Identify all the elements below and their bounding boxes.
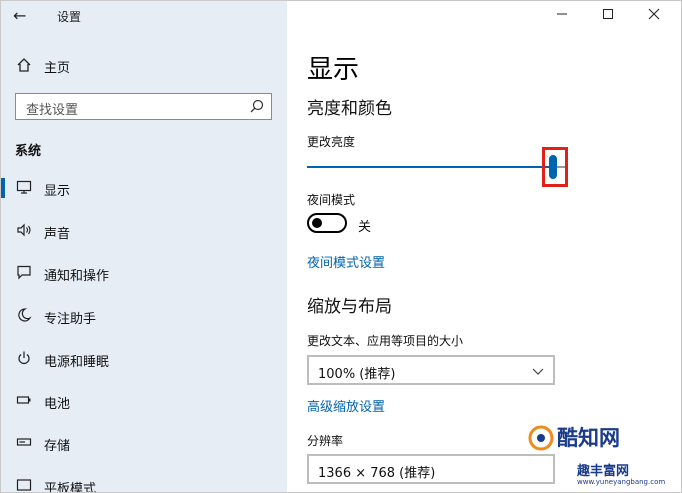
brightness-label: 更改亮度 (307, 135, 356, 149)
moon-icon (15, 307, 33, 325)
sidebar-item-focus-assist[interactable]: 专注助手 (1, 302, 287, 330)
scale-section-title: 缩放与布局 (307, 297, 392, 317)
titlebar: ← 设置 (1, 1, 287, 31)
sidebar-item-label: 声音 (44, 227, 71, 242)
sidebar-item-label: 显示 (44, 184, 71, 199)
notification-icon (15, 264, 33, 282)
close-icon[interactable] (643, 5, 665, 27)
slider-track-filled (307, 166, 549, 168)
night-mode-toggle[interactable] (307, 213, 347, 233)
watermark-brand: 酷知网 (557, 426, 620, 450)
maximize-icon[interactable] (597, 5, 619, 27)
main-panel: 显示 亮度和颜色 更改亮度 夜间模式 关 夜间模式设置 缩放与布局 更改文本、应… (287, 1, 681, 492)
night-mode-settings-link[interactable]: 夜间模式设置 (307, 252, 385, 271)
watermark: 酷知网 趣丰富网 www.yuneyangbang.com (525, 416, 681, 492)
sidebar-item-tablet-mode[interactable]: 平板模式 (1, 472, 287, 493)
sidebar-item-label: 存储 (44, 439, 71, 454)
chevron-down-icon (531, 363, 545, 377)
night-mode-label: 夜间模式 (307, 193, 356, 207)
monitor-icon (15, 179, 33, 197)
watermark-brand-2: 趣丰富网 (577, 464, 630, 479)
window-controls (543, 1, 681, 31)
resolution-value: 1366 × 768 (推荐) (318, 466, 436, 481)
watermark-url: www.yuneyangbang.com (577, 478, 666, 486)
sidebar-item-sound[interactable]: 声音 (1, 217, 287, 245)
toggle-knob (312, 218, 322, 228)
watermark-logo-icon (527, 424, 555, 452)
night-mode-state: 关 (358, 220, 372, 235)
scale-value: 100% (推荐) (318, 367, 396, 382)
advanced-scaling-link[interactable]: 高级缩放设置 (307, 396, 385, 415)
sidebar-item-label: 专注助手 (44, 312, 97, 327)
brightness-section-title: 亮度和颜色 (307, 99, 392, 119)
minimize-icon[interactable] (551, 5, 573, 27)
highlight-annotation (542, 147, 568, 187)
sidebar-item-label: 平板模式 (44, 482, 97, 493)
battery-icon (15, 392, 33, 410)
back-arrow-icon[interactable]: ← (13, 6, 33, 26)
scale-dropdown[interactable]: 100% (推荐) (307, 355, 555, 385)
search-input[interactable]: 查找设置 (15, 93, 272, 120)
sidebar-item-battery[interactable]: 电池 (1, 387, 287, 415)
brightness-slider[interactable] (307, 149, 567, 189)
resolution-label: 分辨率 (307, 434, 344, 448)
sidebar-item-label: 电源和睡眠 (44, 355, 110, 370)
power-icon (15, 350, 33, 368)
page-title: 显示 (307, 55, 360, 85)
sidebar-item-storage[interactable]: 存储 (1, 429, 287, 457)
tablet-icon (15, 477, 33, 492)
sidebar-item-home[interactable]: 主页 (1, 53, 287, 79)
sidebar: ← 设置 主页 查找设置 系统 显示 声音 通知和操作 专注助手 电源和睡眠 电… (1, 1, 287, 493)
settings-window: ← 设置 主页 查找设置 系统 显示 声音 通知和操作 专注助手 电源和睡眠 电… (0, 0, 682, 493)
search-icon[interactable] (249, 98, 265, 114)
sidebar-item-notifications[interactable]: 通知和操作 (1, 259, 287, 287)
section-title: 系统 (15, 144, 42, 159)
sidebar-item-power-sleep[interactable]: 电源和睡眠 (1, 345, 287, 373)
sidebar-item-label: 电池 (44, 397, 71, 412)
sidebar-item-display[interactable]: 显示 (1, 174, 287, 202)
search-placeholder: 查找设置 (26, 103, 79, 118)
resolution-dropdown[interactable]: 1366 × 768 (推荐) (307, 454, 555, 484)
storage-icon (15, 434, 33, 452)
home-icon (15, 57, 33, 75)
app-title: 设置 (57, 10, 82, 24)
sidebar-item-label: 通知和操作 (44, 269, 110, 284)
scale-label: 更改文本、应用等项目的大小 (307, 334, 464, 348)
sidebar-item-label: 主页 (44, 61, 71, 76)
speaker-icon (15, 222, 33, 240)
